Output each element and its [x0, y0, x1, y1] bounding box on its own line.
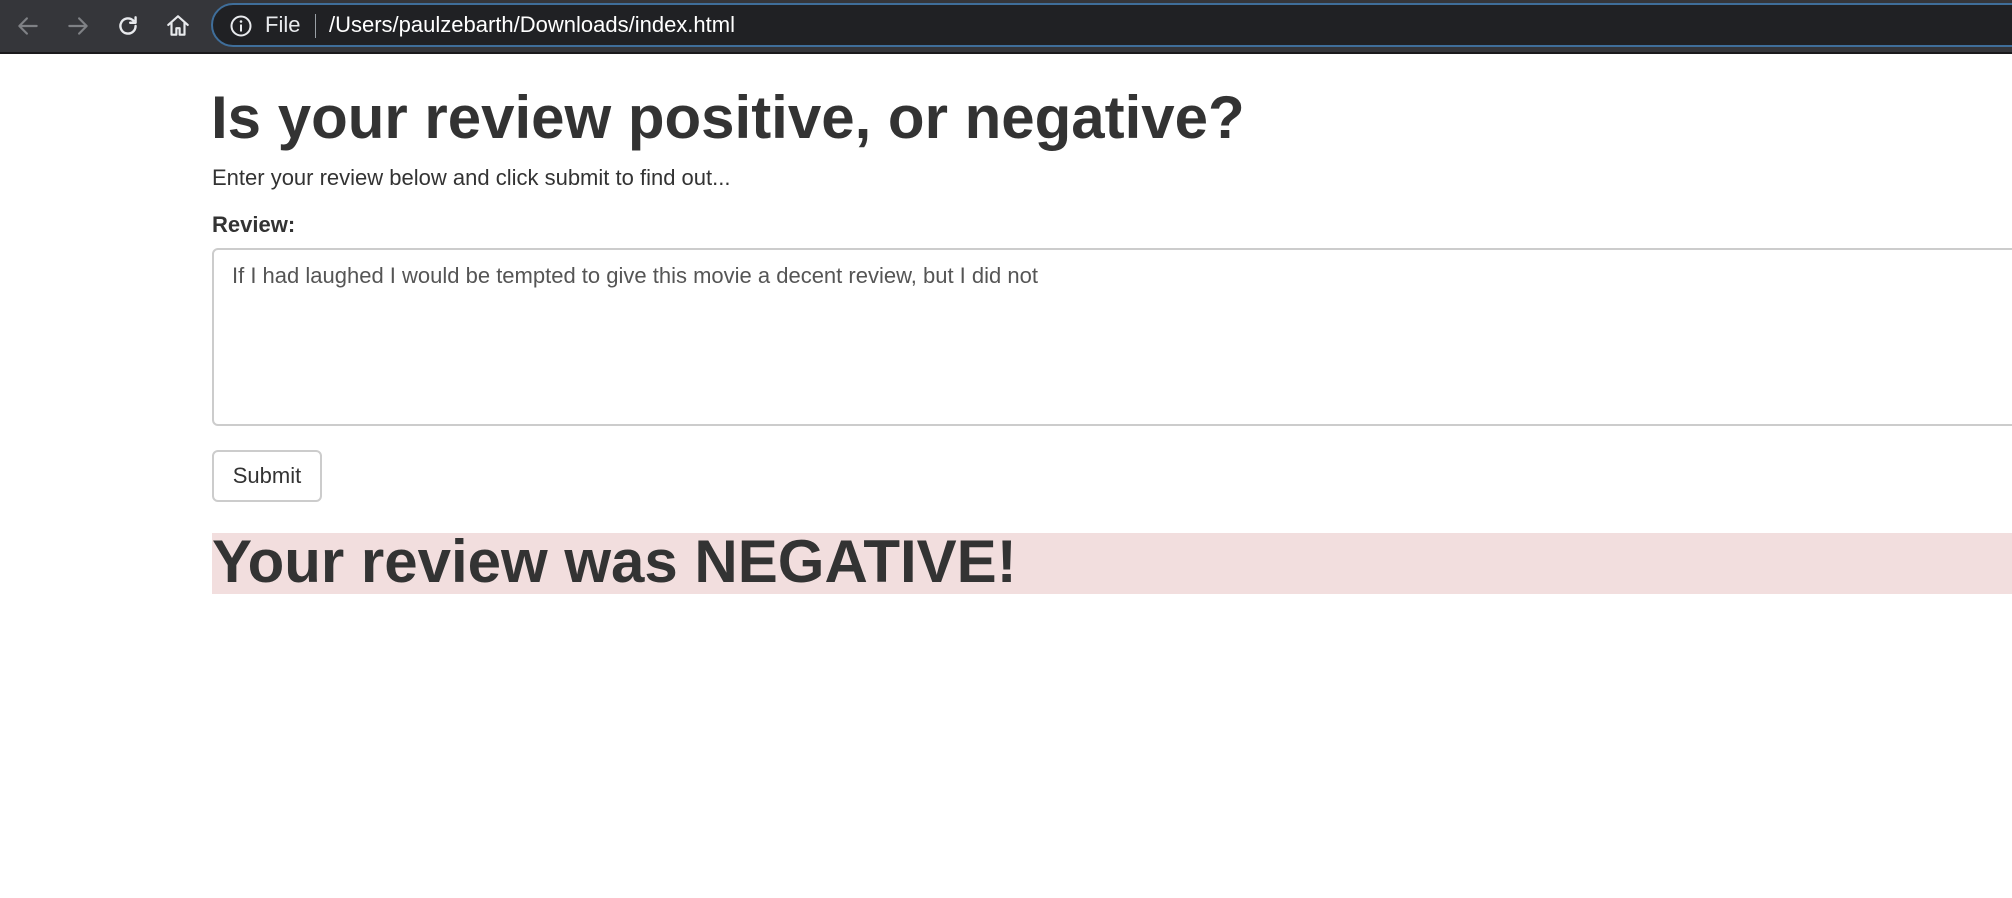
back-button[interactable]: [10, 8, 46, 44]
address-bar[interactable]: File /Users/paulzebarth/Downloads/index.…: [211, 3, 2012, 47]
page-title: Is your review positive, or negative?: [211, 84, 1245, 151]
scheme-label: File: [265, 12, 301, 37]
home-button[interactable]: [160, 8, 196, 44]
result-banner: Your review was NEGATIVE!: [212, 529, 2012, 595]
reload-button[interactable]: [110, 8, 146, 44]
forward-button[interactable]: [60, 8, 96, 44]
browser-toolbar: File /Users/paulzebarth/Downloads/index.…: [0, 0, 2012, 54]
home-icon: [167, 15, 189, 36]
address-divider: [315, 14, 316, 38]
review-textarea[interactable]: If I had laughed I would be tempted to g…: [212, 248, 2012, 426]
intro-text: Enter your review below and click submit…: [212, 165, 731, 190]
info-circle-icon[interactable]: [229, 14, 253, 38]
result-text: Your review was NEGATIVE!: [212, 528, 1017, 595]
review-label: Review:: [212, 212, 296, 237]
url-text[interactable]: /Users/paulzebarth/Downloads/index.html: [329, 5, 735, 45]
arrow-right-icon: [68, 17, 88, 35]
submit-button[interactable]: Submit: [212, 450, 322, 502]
arrow-left-icon: [18, 17, 38, 35]
reload-icon: [119, 16, 137, 35]
